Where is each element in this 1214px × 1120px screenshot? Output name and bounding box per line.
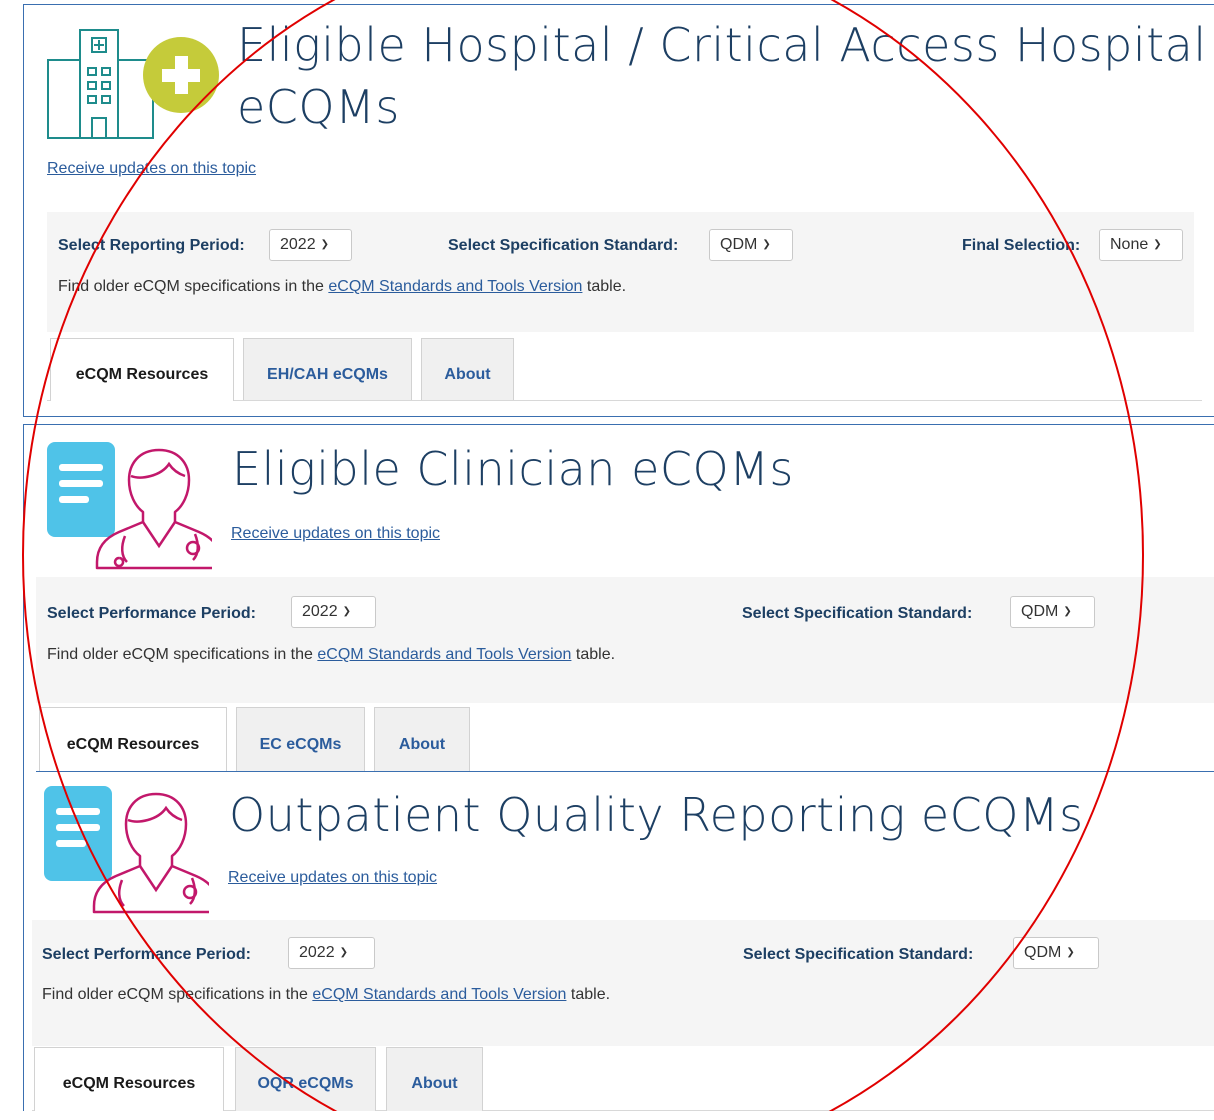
reporting-period-value: 2022 xyxy=(280,236,316,253)
tab-ecqm-resources[interactable]: eCQM Resources xyxy=(34,1047,224,1111)
clinician-document-icon xyxy=(44,786,209,914)
page-title-eh-cah: Eligible Hospital / Critical Access Hosp… xyxy=(237,18,1207,72)
standards-tools-version-link[interactable]: eCQM Standards and Tools Version xyxy=(312,986,566,1003)
chevron-down-icon: ❯ xyxy=(342,606,351,617)
hospital-plus-icon xyxy=(47,29,219,139)
tab-about[interactable]: About xyxy=(386,1047,483,1111)
final-selection-value: None xyxy=(1110,236,1149,253)
performance-period-select[interactable]: 2022 ❯ xyxy=(291,596,376,628)
performance-period-value: 2022 xyxy=(299,944,335,961)
page-title-ec: Eligible Clinician eCQMs xyxy=(232,442,794,496)
spec-standard-select[interactable]: QDM ❯ xyxy=(1010,596,1095,628)
chevron-down-icon: ❯ xyxy=(1063,606,1072,617)
standards-tools-version-link[interactable]: eCQM Standards and Tools Version xyxy=(328,278,582,295)
spec-standard-value: QDM xyxy=(1021,603,1059,620)
tab-about[interactable]: About xyxy=(374,707,470,771)
chevron-down-icon: ❯ xyxy=(1066,947,1075,958)
chevron-down-icon: ❯ xyxy=(762,239,771,250)
spec-standard-value: QDM xyxy=(720,236,758,253)
older-specs-note: Find older eCQM specifications in the eC… xyxy=(58,278,627,295)
tab-oqr-ecqms[interactable]: OQR eCQMs xyxy=(235,1047,376,1111)
chevron-down-icon: ❯ xyxy=(320,239,329,250)
tab-about[interactable]: About xyxy=(421,338,514,400)
receive-updates-link[interactable]: Receive updates on this topic xyxy=(47,160,256,178)
chevron-down-icon: ❯ xyxy=(1153,239,1162,250)
performance-period-label: Select Performance Period: xyxy=(42,946,251,963)
tab-ecqm-resources[interactable]: eCQM Resources xyxy=(39,707,227,771)
receive-updates-link[interactable]: Receive updates on this topic xyxy=(228,869,437,887)
older-specs-note: Find older eCQM specifications in the eC… xyxy=(42,986,611,1003)
tab-eh-cah-ecqms[interactable]: EH/CAH eCQMs xyxy=(243,338,412,400)
performance-period-value: 2022 xyxy=(302,603,338,620)
spec-standard-label: Select Specification Standard: xyxy=(448,237,679,254)
spec-standard-select[interactable]: QDM ❯ xyxy=(709,229,793,261)
standards-tools-version-link[interactable]: eCQM Standards and Tools Version xyxy=(317,646,571,663)
performance-period-label: Select Performance Period: xyxy=(47,605,256,622)
tab-ec-ecqms[interactable]: EC eCQMs xyxy=(236,707,365,771)
tab-ecqm-resources[interactable]: eCQM Resources xyxy=(50,338,234,401)
spec-standard-label: Select Specification Standard: xyxy=(743,946,974,963)
final-selection-label: Final Selection: xyxy=(962,237,1081,254)
performance-period-select[interactable]: 2022 ❯ xyxy=(288,937,375,969)
clinician-document-icon xyxy=(47,442,212,570)
page-title-eh-cah-line2: eCQMs xyxy=(237,80,400,134)
spec-standard-label: Select Specification Standard: xyxy=(742,605,973,622)
filter-bar xyxy=(47,212,1194,332)
final-selection-select[interactable]: None ❯ xyxy=(1099,229,1183,261)
tabs-divider xyxy=(36,771,1214,772)
older-specs-note: Find older eCQM specifications in the eC… xyxy=(47,646,616,663)
spec-standard-value: QDM xyxy=(1024,944,1062,961)
spec-standard-select[interactable]: QDM ❯ xyxy=(1013,937,1099,969)
receive-updates-link[interactable]: Receive updates on this topic xyxy=(231,525,440,543)
page-title-oqr: Outpatient Quality Reporting eCQMs xyxy=(229,788,1084,842)
chevron-down-icon: ❯ xyxy=(339,947,348,958)
reporting-period-select[interactable]: 2022 ❯ xyxy=(269,229,352,261)
reporting-period-label: Select Reporting Period: xyxy=(58,237,245,254)
